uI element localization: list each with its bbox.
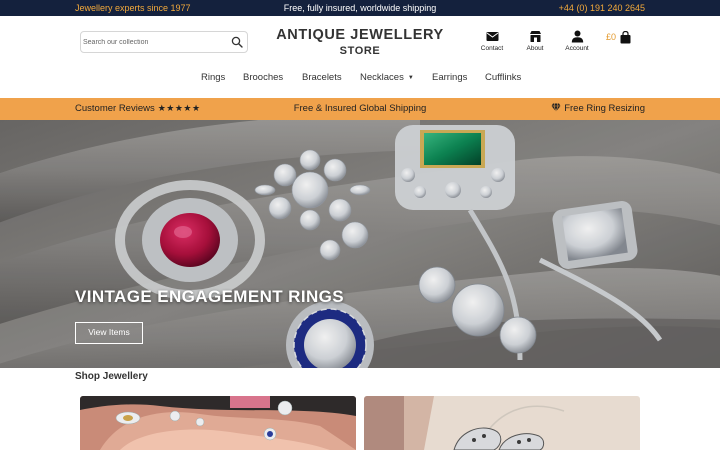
account-link[interactable]: Account (557, 30, 597, 52)
resizing-label: Free Ring Resizing (564, 103, 645, 114)
nav-item-cufflinks[interactable]: Cufflinks (485, 72, 521, 83)
search-input[interactable] (83, 34, 223, 50)
logo-line-2: STORE (339, 45, 381, 57)
contact-link[interactable]: Contact (472, 30, 512, 52)
chevron-down-icon: ▼ (407, 75, 414, 81)
search-icon[interactable] (231, 36, 243, 48)
rings-on-hand-image (80, 396, 356, 450)
usp-strip: Customer Reviews ★★★★★ Free & Insured Glo… (0, 98, 720, 120)
contact-label: Contact (480, 45, 504, 52)
hero-banner: VINTAGE ENGAGEMENT RINGS View Items (0, 120, 720, 368)
user-icon (571, 30, 583, 43)
phone-number-link[interactable]: +44 (0) 191 240 2645 (559, 2, 645, 14)
top-announcement-bar: Jewellery experts since 1977 Free, fully… (0, 0, 720, 16)
search-box[interactable] (80, 31, 248, 53)
diamond-icon (551, 103, 561, 112)
ring-resizing-info: Free Ring Resizing (551, 103, 645, 114)
brooch-image (364, 396, 640, 450)
store-icon (529, 31, 541, 42)
nav-item-rings[interactable]: Rings (201, 72, 225, 83)
hero-title: VINTAGE ENGAGEMENT RINGS (75, 287, 345, 306)
nav-item-necklaces-label: Necklaces (360, 72, 404, 83)
cart-amount: £0 (606, 32, 617, 42)
view-items-button[interactable]: View Items (75, 322, 143, 344)
shop-jewellery-heading: Shop Jewellery (75, 371, 148, 382)
main-navigation: Rings Brooches Bracelets Necklaces ▼ Earr… (0, 72, 720, 86)
about-link[interactable]: About (515, 30, 555, 52)
nav-item-earrings[interactable]: Earrings (432, 72, 467, 83)
logo-line-1: ANTIQUE JEWELLERY (276, 27, 444, 43)
about-label: About (526, 45, 544, 52)
category-card-brooches[interactable] (364, 396, 640, 450)
category-card-rings[interactable] (80, 396, 356, 450)
shopping-bag-icon (620, 31, 631, 44)
store-logo[interactable]: ANTIQUE JEWELLERY STORE (260, 27, 460, 58)
account-label: Account (565, 45, 589, 52)
nav-item-brooches[interactable]: Brooches (243, 72, 283, 83)
nav-item-bracelets[interactable]: Bracelets (302, 72, 342, 83)
nav-item-necklaces[interactable]: Necklaces ▼ (360, 72, 414, 83)
envelope-icon (486, 32, 498, 41)
